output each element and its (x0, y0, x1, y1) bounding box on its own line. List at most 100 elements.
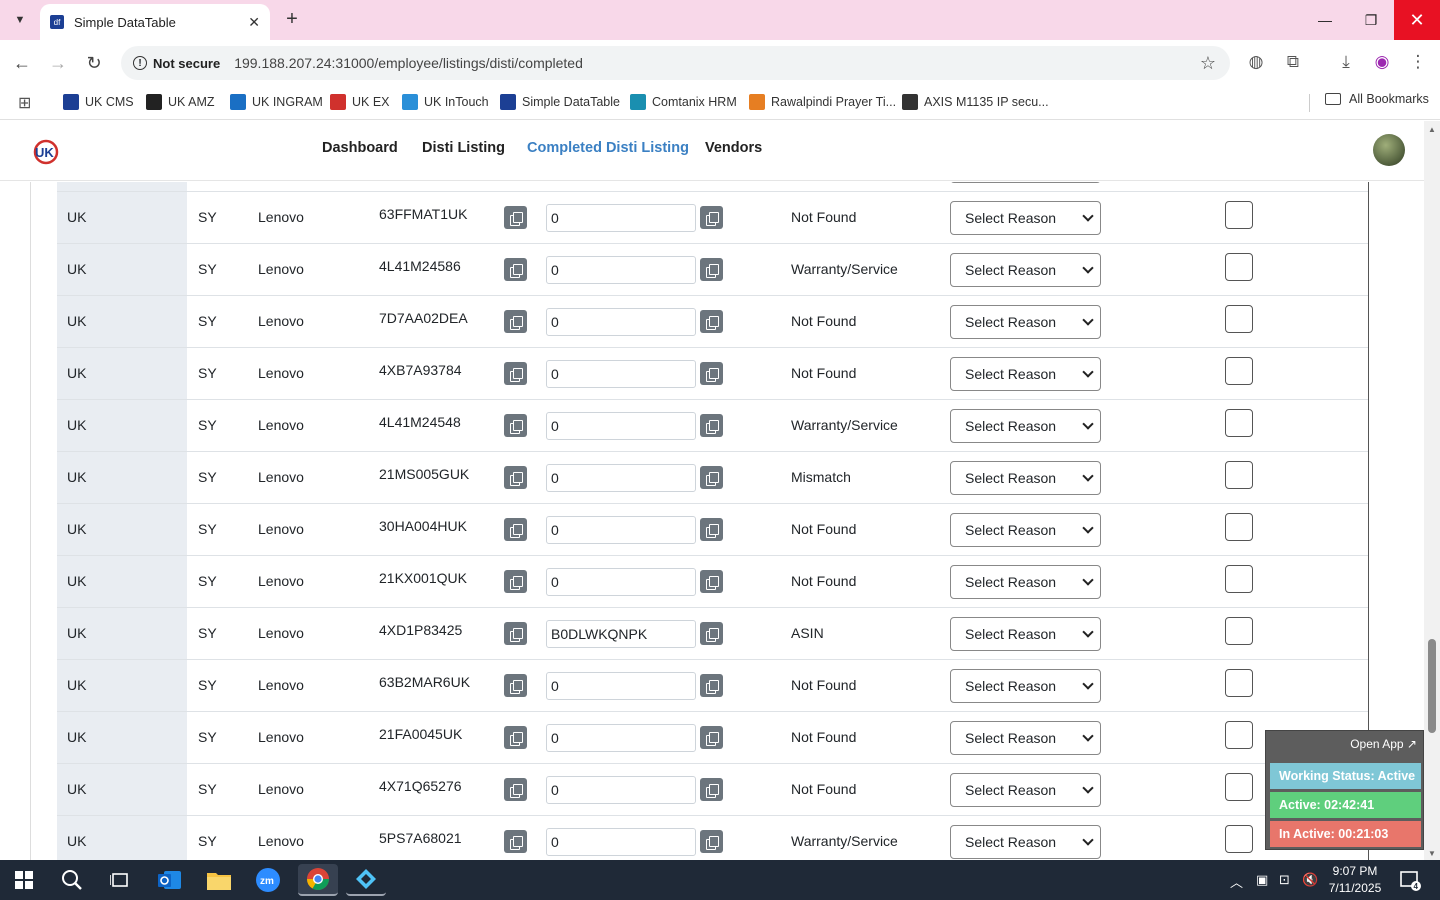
asin-input[interactable] (546, 516, 696, 544)
tab-search-chevron-icon[interactable]: ▼ (6, 6, 34, 34)
reason-select[interactable]: Select Reason (950, 201, 1101, 235)
asin-input[interactable] (546, 360, 696, 388)
notifications-icon[interactable]: 4 (1390, 864, 1430, 896)
copy-asin-button[interactable] (700, 206, 723, 229)
copy-part-button[interactable] (504, 414, 527, 437)
tray-network-alert-icon[interactable]: ▣ (1256, 872, 1268, 888)
copy-asin-button[interactable] (700, 570, 723, 593)
scrollbar-thumb[interactable] (1428, 639, 1436, 733)
bookmark-item[interactable]: Comtanix HRM (630, 92, 737, 112)
security-label[interactable]: Not secure (153, 56, 220, 71)
profile-icon[interactable]: ◉ (1371, 52, 1393, 72)
row-checkbox[interactable] (1225, 513, 1253, 541)
restore-icon[interactable]: ❐ (1348, 0, 1394, 40)
reason-select[interactable]: Select Reason (950, 617, 1101, 651)
asin-input[interactable] (546, 464, 696, 492)
asin-input[interactable] (546, 620, 696, 648)
back-arrow-icon[interactable]: ← (9, 50, 35, 76)
asin-input[interactable] (546, 724, 696, 752)
copy-part-button[interactable] (504, 830, 527, 853)
asin-input[interactable] (546, 412, 696, 440)
bookmark-item[interactable]: Rawalpindi Prayer Ti... (749, 92, 896, 112)
copy-asin-button[interactable] (700, 466, 723, 489)
bookmark-item[interactable]: UK EX (330, 92, 390, 112)
scroll-up-icon[interactable]: ▲ (1428, 125, 1436, 134)
uk-logo-icon[interactable]: UK (32, 138, 60, 166)
asin-input[interactable] (546, 828, 696, 856)
downloads-icon[interactable]: ⤓ (1335, 52, 1357, 72)
copy-asin-button[interactable] (700, 518, 723, 541)
address-bar[interactable]: ! Not secure 199.188.207.24:31000/employ… (121, 46, 1230, 80)
user-avatar[interactable] (1373, 134, 1405, 166)
row-checkbox[interactable] (1225, 357, 1253, 385)
forward-arrow-icon[interactable]: → (45, 50, 71, 76)
reason-select[interactable]: Select Reason (950, 773, 1101, 807)
row-checkbox[interactable] (1225, 825, 1253, 853)
copy-part-button[interactable] (504, 674, 527, 697)
url-text[interactable]: 199.188.207.24:31000/employee/listings/d… (234, 55, 583, 71)
copy-asin-button[interactable] (700, 414, 723, 437)
reason-select[interactable]: Select Reason (950, 721, 1101, 755)
browser-tab[interactable]: df Simple DataTable ✕ (40, 4, 270, 40)
copy-asin-button[interactable] (700, 362, 723, 385)
row-checkbox[interactable] (1225, 773, 1253, 801)
bookmark-item[interactable]: UK CMS (63, 92, 134, 112)
translate-globe-icon[interactable]: ◍ (1245, 52, 1267, 72)
copy-asin-button[interactable] (700, 674, 723, 697)
windows-start-icon[interactable] (4, 864, 44, 896)
row-checkbox[interactable] (1225, 201, 1253, 229)
bookmark-star-icon[interactable]: ☆ (1200, 53, 1216, 74)
page-scrollbar[interactable]: ▲ ▼ (1424, 121, 1440, 860)
bookmark-item[interactable]: Simple DataTable (500, 92, 620, 112)
nav-disti-listing[interactable]: Disti Listing (422, 140, 505, 156)
window-close-icon[interactable]: ✕ (1394, 0, 1440, 40)
reason-select[interactable]: Select Reason (950, 825, 1101, 859)
copy-part-button[interactable] (504, 570, 527, 593)
taskbar-clock[interactable]: 9:07 PM 7/11/2025 (1320, 863, 1390, 897)
row-checkbox[interactable] (1225, 565, 1253, 593)
reason-select[interactable]: Select Reason (950, 669, 1101, 703)
row-checkbox[interactable] (1225, 721, 1253, 749)
zoom-icon[interactable]: zm (248, 864, 288, 896)
copy-asin-button[interactable] (700, 258, 723, 281)
copy-part-button[interactable] (504, 362, 527, 385)
nav-vendors[interactable]: Vendors (705, 140, 762, 156)
copy-asin-button[interactable] (700, 778, 723, 801)
reason-select[interactable]: Select Reason (950, 513, 1101, 547)
copy-part-button[interactable] (504, 206, 527, 229)
reason-select[interactable]: Select Reason (950, 182, 1101, 183)
scroll-down-icon[interactable]: ▼ (1428, 849, 1436, 858)
row-checkbox[interactable] (1225, 617, 1253, 645)
minimize-icon[interactable]: — (1302, 0, 1348, 40)
reason-select[interactable]: Select Reason (950, 461, 1101, 495)
copy-part-button[interactable] (504, 778, 527, 801)
search-icon[interactable] (52, 864, 92, 896)
reason-select[interactable]: Select Reason (950, 357, 1101, 391)
row-checkbox[interactable] (1225, 669, 1253, 697)
copy-part-button[interactable] (504, 310, 527, 333)
reason-select[interactable]: Select Reason (950, 253, 1101, 287)
row-checkbox[interactable] (1225, 461, 1253, 489)
tray-network-icon[interactable]: ⊡ (1279, 872, 1290, 888)
reload-icon[interactable]: ↻ (81, 50, 107, 76)
open-app-link[interactable]: Open App ↗ (1350, 737, 1417, 751)
asin-input[interactable] (546, 568, 696, 596)
bookmark-item[interactable]: UK InTouch (402, 92, 489, 112)
copy-asin-button[interactable] (700, 310, 723, 333)
asin-input[interactable] (546, 776, 696, 804)
asin-input[interactable] (546, 256, 696, 284)
reason-select[interactable]: Select Reason (950, 305, 1101, 339)
outlook-icon[interactable] (150, 864, 190, 896)
app-diamond-icon[interactable] (346, 864, 386, 896)
extensions-puzzle-icon[interactable]: ⧉ (1282, 52, 1304, 72)
reason-select[interactable]: Select Reason (950, 565, 1101, 599)
copy-part-button[interactable] (504, 466, 527, 489)
chrome-icon[interactable] (298, 864, 338, 896)
apps-grid-icon[interactable]: ⊞ (18, 93, 31, 113)
asin-input[interactable] (546, 672, 696, 700)
asin-input[interactable] (546, 308, 696, 336)
nav-dashboard[interactable]: Dashboard (322, 140, 398, 156)
row-checkbox[interactable] (1225, 253, 1253, 281)
asin-input[interactable] (546, 204, 696, 232)
copy-part-button[interactable] (504, 518, 527, 541)
